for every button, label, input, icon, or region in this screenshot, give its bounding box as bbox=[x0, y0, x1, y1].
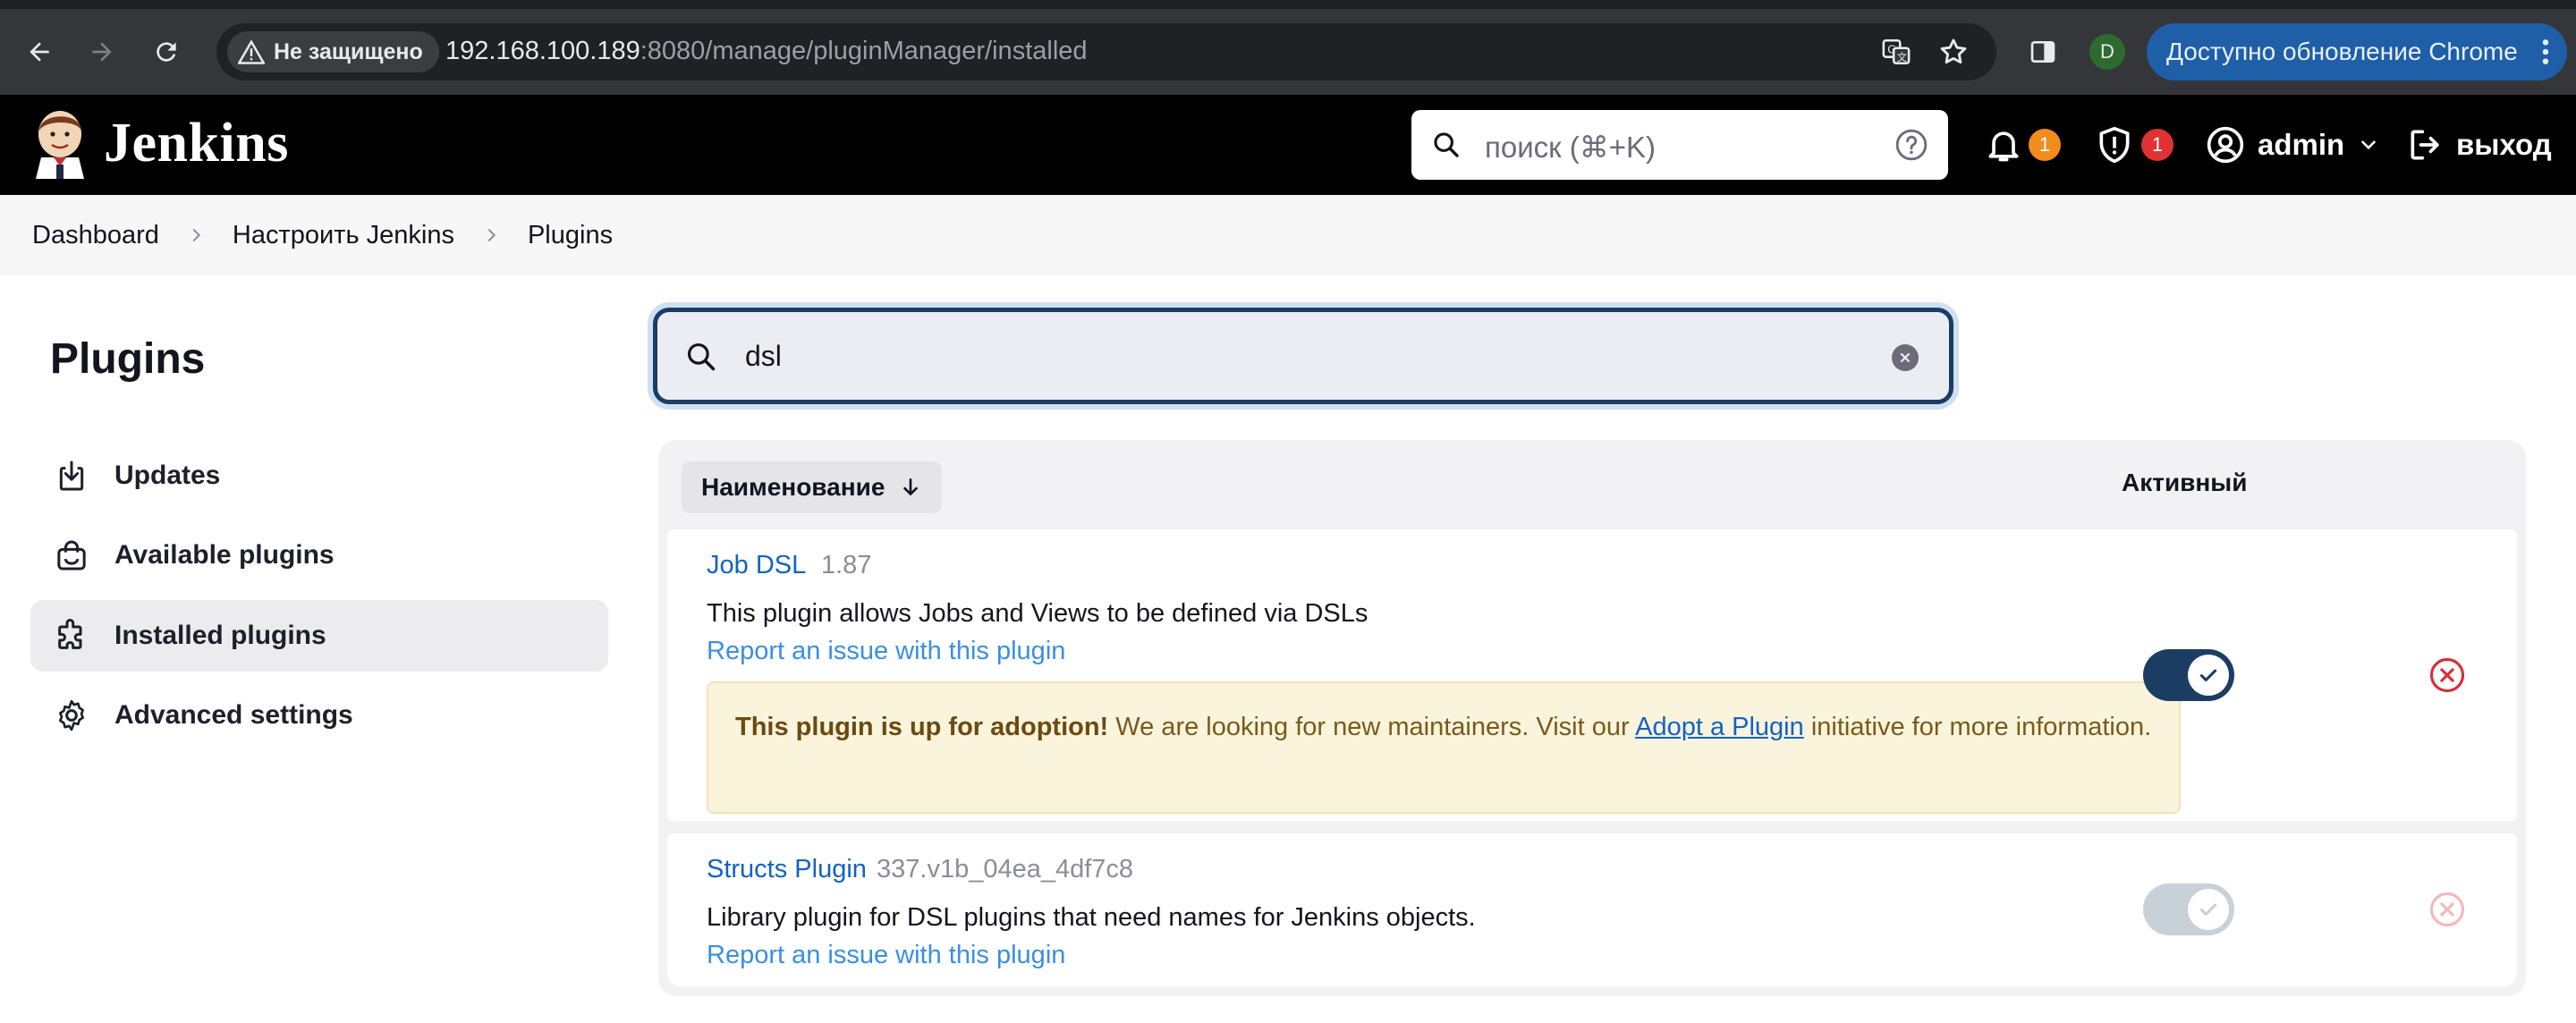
adoption-text: We are looking for new maintainers. Visi… bbox=[1108, 713, 1636, 741]
sidebar-item-label: Updates bbox=[114, 461, 221, 490]
help-icon[interactable] bbox=[1894, 128, 1928, 166]
jenkins-header: Jenkins поиск (⌘+K) 1 1 admin выход bbox=[0, 95, 2576, 195]
user-icon bbox=[2207, 126, 2244, 164]
close-circle-icon bbox=[2429, 892, 2465, 927]
check-icon bbox=[2188, 655, 2229, 696]
security-chip[interactable]: Не защищено bbox=[227, 31, 439, 72]
jenkins-butler-icon bbox=[36, 111, 84, 179]
url-path: :8080/manage/pluginManager/installed bbox=[640, 37, 1088, 65]
jenkins-logo-text: Jenkins bbox=[104, 112, 289, 173]
breadcrumb-dashboard[interactable]: Dashboard bbox=[32, 221, 159, 250]
report-issue-link[interactable]: Report an issue with this plugin bbox=[707, 941, 1065, 970]
security-label: Не защищено bbox=[274, 38, 423, 64]
plugin-name-link[interactable]: Structs Plugin bbox=[707, 855, 867, 884]
profile-avatar[interactable]: D bbox=[2089, 34, 2125, 70]
sidebar-item-label: Available plugins bbox=[114, 540, 335, 570]
search-icon bbox=[684, 340, 718, 378]
bookmark-star-icon[interactable] bbox=[1936, 34, 1971, 70]
adoption-tail: initiative for more information. bbox=[1803, 713, 2152, 741]
logout-label: выход bbox=[2456, 128, 2552, 161]
sidebar-item-label: Advanced settings bbox=[114, 700, 353, 730]
user-menu[interactable]: admin bbox=[2206, 120, 2380, 170]
puzzle-icon bbox=[52, 616, 91, 655]
sidebar-item-available-plugins[interactable]: Available plugins bbox=[30, 520, 608, 591]
user-name: admin bbox=[2258, 128, 2345, 161]
chevron-down-icon bbox=[2361, 140, 2376, 150]
shield-alert-icon bbox=[2099, 126, 2130, 164]
logout-link[interactable]: выход bbox=[2406, 120, 2552, 170]
table-row: Structs Plugin 337.v1b_04ea_4df7c8 Libra… bbox=[667, 833, 2517, 987]
side-panel-icon bbox=[2030, 41, 2055, 63]
sidebar-item-advanced-settings[interactable]: Advanced settings bbox=[30, 680, 608, 751]
forward-button[interactable] bbox=[80, 30, 123, 73]
notifications-button[interactable]: 1 bbox=[1984, 120, 2061, 170]
browser-toolbar: Не защищено 192.168.100.189:8080/manage/… bbox=[0, 0, 2576, 95]
global-search[interactable]: поиск (⌘+K) bbox=[1411, 110, 1948, 180]
jenkins-logo-link[interactable]: Jenkins bbox=[32, 107, 289, 179]
plugin-version: 1.87 bbox=[821, 551, 872, 579]
column-header-active: Активный bbox=[2122, 469, 2248, 496]
breadcrumb-plugins[interactable]: Plugins bbox=[528, 221, 613, 250]
search-icon bbox=[1431, 130, 1462, 165]
sidebar-item-updates[interactable]: Updates bbox=[30, 440, 608, 512]
check-icon bbox=[2188, 889, 2229, 930]
notifications-badge: 1 bbox=[2029, 129, 2061, 161]
report-issue-link[interactable]: Report an issue with this plugin bbox=[707, 637, 1065, 666]
chevron-right-icon bbox=[186, 225, 206, 245]
plugin-filter[interactable] bbox=[653, 308, 1953, 404]
more-vert-icon[interactable] bbox=[2540, 38, 2551, 72]
download-icon bbox=[52, 456, 91, 495]
back-button[interactable] bbox=[18, 30, 61, 73]
uninstall-button[interactable] bbox=[2428, 655, 2467, 695]
tab-strip bbox=[0, 0, 2576, 9]
sidebar-item-label: Installed plugins bbox=[114, 621, 326, 650]
arrow-down-icon bbox=[903, 478, 919, 495]
table-row: Job DSL 1.87 This plugin allows Jobs and… bbox=[667, 529, 2517, 821]
reload-icon bbox=[157, 42, 176, 62]
column-header-name[interactable]: Наименование bbox=[682, 461, 943, 513]
close-circle-icon bbox=[2429, 657, 2465, 693]
plugin-description: This plugin allows Jobs and Views to be … bbox=[707, 599, 1368, 628]
arrow-right-icon bbox=[92, 42, 112, 62]
plugin-enabled-toggle bbox=[2143, 884, 2234, 935]
security-badge: 1 bbox=[2141, 129, 2174, 161]
url-host: 192.168.100.189 bbox=[445, 37, 640, 65]
plugin-description: Library plugin for DSL plugins that need… bbox=[707, 903, 1476, 932]
translate-icon[interactable]: G文 bbox=[1878, 34, 1914, 70]
adoption-strong: This plugin is up for adoption! bbox=[735, 713, 1109, 741]
uninstall-button bbox=[2428, 890, 2467, 929]
adoption-notice: This plugin is up for adoption! We are l… bbox=[707, 681, 2181, 814]
side-panel-button[interactable] bbox=[2021, 30, 2064, 73]
security-alerts-button[interactable]: 1 bbox=[2095, 120, 2174, 170]
bell-icon bbox=[1988, 131, 2019, 162]
plugin-enabled-toggle[interactable] bbox=[2143, 649, 2234, 701]
url-text[interactable]: 192.168.100.189:8080/manage/pluginManage… bbox=[445, 37, 1088, 66]
column-name-label: Наименование bbox=[701, 473, 886, 501]
clear-search-icon[interactable] bbox=[1892, 344, 1919, 371]
logout-icon bbox=[2411, 130, 2439, 160]
reload-button[interactable] bbox=[145, 30, 188, 73]
warning-icon bbox=[238, 39, 265, 64]
installed-plugins-table: Наименование Активный Job DSL 1.87 This … bbox=[658, 440, 2526, 996]
plugin-name-link[interactable]: Job DSL bbox=[707, 551, 806, 580]
arrow-left-icon bbox=[30, 42, 49, 62]
breadcrumb: Dashboard Настроить Jenkins Plugins bbox=[0, 195, 2576, 275]
sidebar-item-installed-plugins[interactable]: Installed plugins bbox=[30, 600, 608, 672]
adopt-plugin-link[interactable]: Adopt a Plugin bbox=[1635, 713, 1804, 741]
chevron-right-icon bbox=[481, 225, 501, 245]
chrome-update-label: Доступно обновление Chrome bbox=[2166, 38, 2518, 65]
chrome-update-button[interactable]: Доступно обновление Chrome bbox=[2147, 23, 2567, 80]
gear-icon bbox=[52, 696, 91, 735]
address-bar[interactable]: Не защищено 192.168.100.189:8080/manage/… bbox=[216, 23, 1996, 80]
shopping-bag-icon bbox=[52, 536, 91, 575]
breadcrumb-manage-jenkins[interactable]: Настроить Jenkins bbox=[233, 221, 454, 250]
svg-text:文: 文 bbox=[1897, 51, 1907, 63]
plugin-filter-input[interactable] bbox=[743, 330, 1817, 382]
page-title: Plugins bbox=[50, 335, 206, 383]
plugin-version: 337.v1b_04ea_4df7c8 bbox=[877, 855, 1134, 884]
global-search-placeholder: поиск (⌘+K) bbox=[1485, 131, 1657, 164]
